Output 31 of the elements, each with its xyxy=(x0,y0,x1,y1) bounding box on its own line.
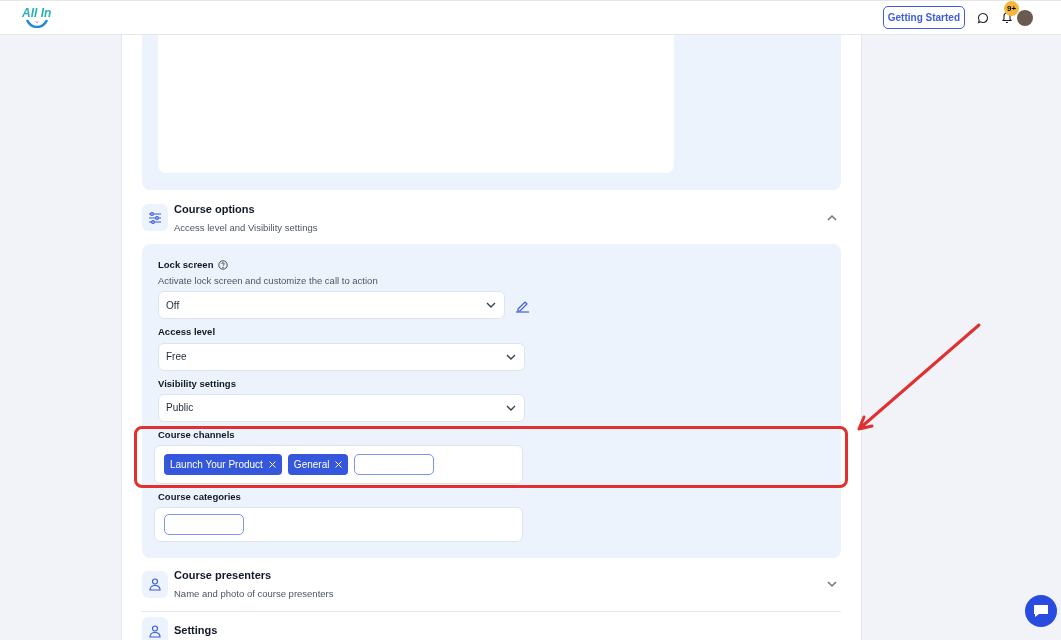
field-label: Visibility settings xyxy=(158,376,236,391)
avatar[interactable] xyxy=(1017,9,1033,26)
field-label: Course channels xyxy=(158,427,235,442)
chat-icon xyxy=(1033,604,1049,618)
section-title: Course options xyxy=(174,202,256,217)
sliders-icon xyxy=(142,204,168,232)
section-title: Settings xyxy=(174,623,219,639)
field-description: Activate lock screen and customize the call to action xyxy=(158,274,379,288)
tag-input-field[interactable] xyxy=(164,514,244,536)
field-label: Course categories xyxy=(158,490,241,504)
channel-tag[interactable]: General xyxy=(287,454,349,475)
select-field[interactable]: Free xyxy=(158,342,525,371)
select-field[interactable]: Off xyxy=(158,291,505,320)
channel-tag[interactable]: Launch Your Product xyxy=(164,454,282,475)
section-subtitle: Access level and Visibility settings xyxy=(174,220,319,235)
notification-badge: 9+ xyxy=(1004,1,1019,16)
select-field[interactable]: Public xyxy=(158,393,525,422)
section-subtitle: Name and photo of course presenters xyxy=(174,586,335,601)
person-icon xyxy=(142,617,168,640)
chat-button[interactable] xyxy=(1025,595,1057,627)
close-icon[interactable] xyxy=(268,461,276,468)
bell-icon[interactable] xyxy=(1001,11,1013,24)
getting-started-button[interactable]: Getting Started xyxy=(882,6,965,29)
chat-bubble-icon[interactable] xyxy=(977,11,989,24)
field-label: Access level xyxy=(158,325,216,340)
help-icon[interactable] xyxy=(218,259,229,270)
tag-input-field[interactable] xyxy=(354,454,435,475)
person-icon xyxy=(142,570,168,598)
section-title: Course presenters xyxy=(174,568,273,584)
field-label: Lock screen xyxy=(158,257,214,272)
close-icon[interactable] xyxy=(335,461,343,468)
